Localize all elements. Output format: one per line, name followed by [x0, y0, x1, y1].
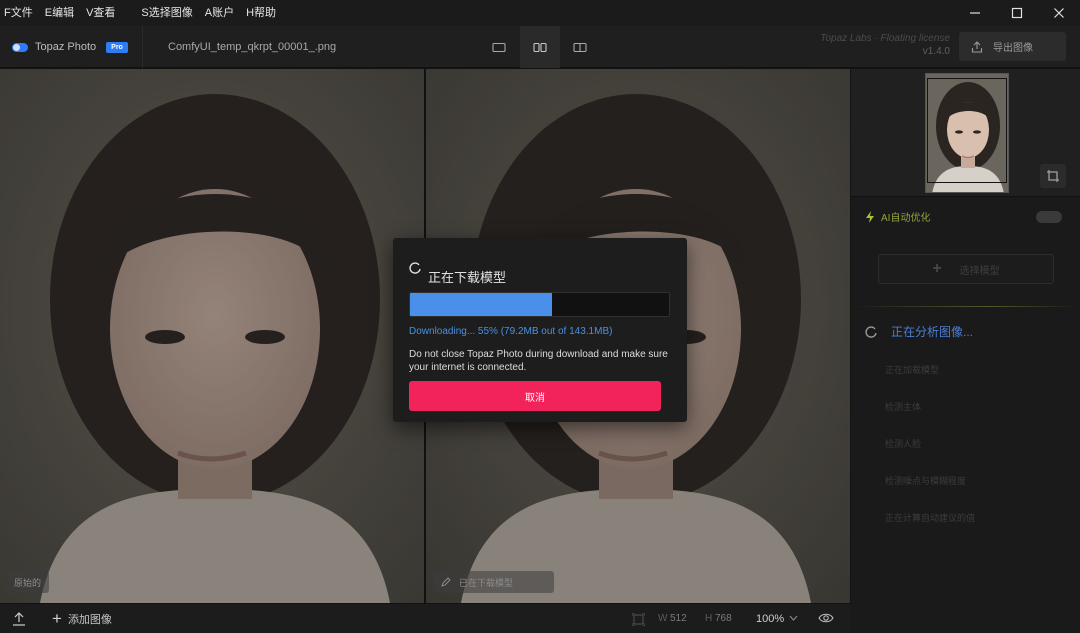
file-name: ComfyUI_temp_qkrpt_00001_.png [168, 41, 337, 53]
app-version: v1.4.0 [922, 46, 950, 57]
menu-select-image[interactable]: S选择图像 [135, 0, 198, 26]
window-controls [954, 0, 1080, 26]
navigator [851, 69, 1080, 196]
spinner-icon [409, 262, 421, 274]
crop-icon [1047, 170, 1059, 182]
height-value: 768 [715, 613, 732, 624]
status-bar: + 添加图像 W 512 H 768 100% [0, 603, 851, 633]
minimize-icon [970, 12, 980, 14]
height-label: H [705, 613, 713, 624]
original-image-pane[interactable]: 原始的 [0, 69, 424, 603]
brand: Topaz Photo Pro [12, 26, 128, 68]
original-tag: 原始的 [6, 571, 50, 593]
maximize-icon [1011, 7, 1023, 19]
maximize-button[interactable] [996, 0, 1038, 26]
export-icon [971, 40, 983, 53]
eye-icon[interactable] [818, 612, 834, 624]
upload-button[interactable] [8, 609, 30, 629]
spinner-icon [865, 325, 877, 338]
zoom-select[interactable]: 100% [756, 604, 784, 633]
plus-icon: + [52, 609, 62, 628]
panel-divider [851, 306, 1080, 307]
add-image-label: 添加图像 [67, 614, 112, 626]
toolbar-divider [142, 26, 143, 68]
width-label: W [658, 613, 668, 624]
split-view-button[interactable] [560, 26, 600, 68]
download-note: Do not close Topaz Photo during download… [409, 349, 668, 373]
analysis-step: 检测噪点与模糊程度 [885, 476, 967, 486]
fit-screen-icon[interactable] [632, 613, 645, 626]
dialog-title: 正在下载模型 [428, 270, 507, 285]
menu-file[interactable]: F文件 [0, 0, 39, 26]
menu-account[interactable]: A账户 [199, 0, 240, 26]
menu-bar: F文件 E编辑 V查看 S选择图像 A账户 H帮助 [0, 0, 1080, 26]
ai-auto-row: AI自动优化 [851, 196, 1080, 236]
ai-auto-label: AI自动优化 [881, 213, 931, 224]
license-info: Topaz Labs · Floating license [820, 33, 950, 44]
app-info: Topaz Labs · Floating license v1.4.0 [820, 32, 950, 58]
select-model-label: 选择模型 [959, 265, 1000, 277]
menu-view[interactable]: V查看 [80, 0, 121, 26]
single-view-icon [492, 42, 506, 52]
cancel-button[interactable]: 取消 [409, 381, 661, 411]
export-label: 导出图像 [993, 43, 1033, 54]
navigator-viewport-frame[interactable] [927, 78, 1007, 183]
download-status: Downloading... 55% (79.2MB out of 143.1M… [409, 326, 613, 337]
split-view-icon [573, 42, 587, 52]
width-value: 512 [670, 613, 687, 624]
single-view-button[interactable] [479, 26, 519, 68]
add-image-button[interactable]: + 添加图像 [52, 604, 112, 633]
pro-badge: Pro [106, 41, 128, 53]
right-panel: AI自动优化 + 选择模型 正在分析图像... 正在加载模型 检测主体 检测人脸… [851, 69, 1080, 633]
analyzing-label: 正在分析图像... [891, 325, 974, 339]
analysis-step: 检测人脸 [885, 439, 922, 449]
lightning-icon [866, 210, 874, 223]
menu-help[interactable]: H帮助 [240, 0, 282, 26]
ai-auto-toggle[interactable] [1036, 211, 1062, 223]
brand-logo-icon [12, 42, 28, 52]
chevron-down-icon [789, 615, 798, 621]
download-progress-bar [409, 292, 670, 317]
analysis-step: 检测主体 [885, 402, 922, 412]
close-button[interactable] [1038, 0, 1080, 26]
close-icon [1054, 8, 1064, 18]
minimize-button[interactable] [954, 0, 996, 26]
pencil-icon [441, 577, 451, 587]
preview-tag-label: 已在下载模型 [459, 577, 514, 588]
analysis-step: 正在计算自动建议的值 [885, 513, 976, 523]
crop-button[interactable] [1040, 164, 1066, 188]
download-model-dialog: 正在下载模型 Downloading... 55% (79.2MB out of… [393, 238, 687, 422]
analyzing-status: 正在分析图像... [865, 323, 973, 340]
brand-name: Topaz Photo [35, 41, 97, 53]
image-dim-overlay [0, 69, 424, 603]
export-image-button[interactable]: 导出图像 [959, 32, 1066, 61]
side-by-side-icon [533, 42, 547, 52]
plus-icon: + [932, 260, 942, 277]
menu-edit[interactable]: E编辑 [39, 0, 80, 26]
download-progress-fill [410, 293, 553, 316]
toolbar: Topaz Photo Pro ComfyUI_temp_qkrpt_00001… [0, 26, 1080, 68]
analysis-step: 正在加载模型 [885, 365, 940, 375]
upload-icon [13, 612, 25, 626]
side-by-side-view-button[interactable] [520, 26, 560, 68]
select-model-button[interactable]: + 选择模型 [878, 254, 1054, 284]
preview-tag: 已在下载模型 [433, 571, 554, 593]
